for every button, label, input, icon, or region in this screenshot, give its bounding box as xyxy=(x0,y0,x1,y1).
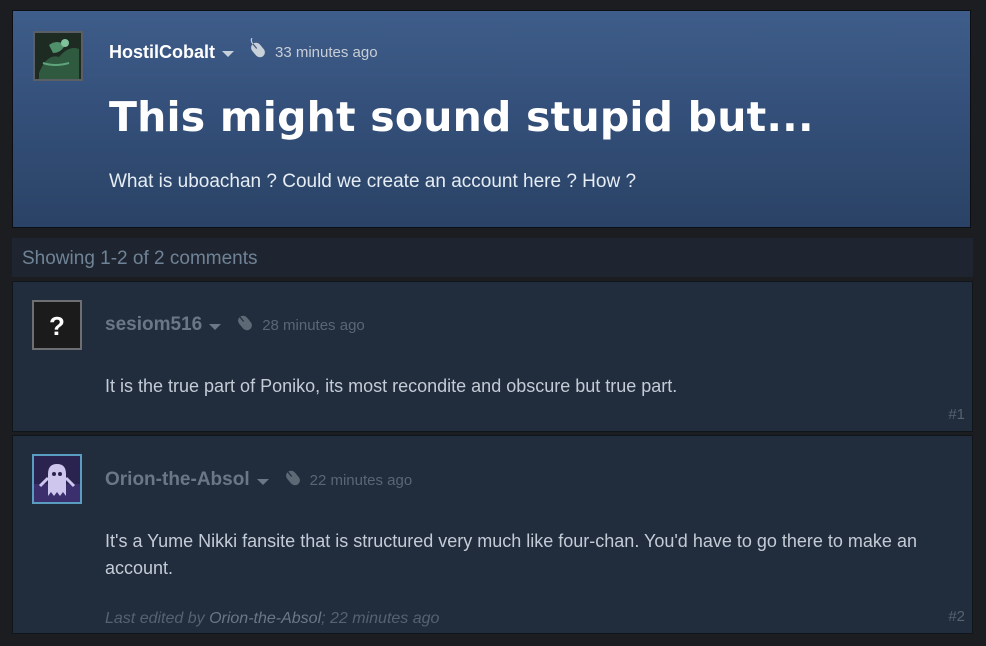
comment-body: It's a Yume Nikki fansite that is struct… xyxy=(105,531,917,578)
comment-author-avatar[interactable] xyxy=(32,454,82,504)
chevron-down-icon[interactable] xyxy=(209,323,222,330)
topic-author-avatar[interactable] xyxy=(33,31,83,81)
ghost-icon xyxy=(34,456,80,502)
topic-author-row: HostilCobalt 33 minutes ago xyxy=(109,38,378,63)
mouse-icon xyxy=(250,38,265,58)
comment-number[interactable]: #2 xyxy=(948,608,965,625)
comment-timestamp: 28 minutes ago xyxy=(262,316,365,334)
mouse-icon xyxy=(238,315,253,331)
comment-author-row: sesiom516 28 minutes ago xyxy=(105,314,365,336)
svg-text:?: ? xyxy=(49,311,65,341)
edited-prefix: Last edited by xyxy=(105,610,210,627)
comments-count-bar: Showing 1-2 of 2 comments xyxy=(12,238,973,277)
comment-author-row: Orion-the-Absol 22 minutes ago xyxy=(105,469,412,491)
chevron-down-icon[interactable] xyxy=(222,50,234,57)
comment-author-name[interactable]: sesiom516 xyxy=(105,314,202,336)
chevron-down-icon[interactable] xyxy=(256,478,269,485)
comment: Orion-the-Absol 22 minutes ago It's a Yu… xyxy=(12,435,973,634)
topic-title: This might sound stupid but... xyxy=(109,93,814,141)
mouse-icon xyxy=(285,470,300,486)
comment-body: It is the true part of Poniko, its most … xyxy=(105,376,678,396)
avatar-image xyxy=(35,33,81,79)
edited-note: Last edited by Orion-the-Absol; 22 minut… xyxy=(105,610,439,628)
comment-number[interactable]: #1 xyxy=(948,406,965,423)
comment: ? sesiom516 28 minutes ago It is the tru… xyxy=(12,281,973,432)
edited-author[interactable]: Orion-the-Absol xyxy=(209,610,321,627)
comment-timestamp: 22 minutes ago xyxy=(309,471,413,489)
question-mark-icon: ? xyxy=(34,302,80,348)
topic-body: What is uboachan ? Could we create an ac… xyxy=(109,171,637,192)
comment-author-name[interactable]: Orion-the-Absol xyxy=(105,469,250,491)
topic-timestamp: 33 minutes ago xyxy=(275,43,378,61)
edited-suffix: ; 22 minutes ago xyxy=(321,610,440,627)
comments-count: Showing 1-2 of 2 comments xyxy=(22,248,258,269)
topic-post: HostilCobalt 33 minutes ago This might s… xyxy=(12,10,971,228)
topic-author-name[interactable]: HostilCobalt xyxy=(109,42,215,63)
comment-author-avatar[interactable]: ? xyxy=(32,300,82,350)
